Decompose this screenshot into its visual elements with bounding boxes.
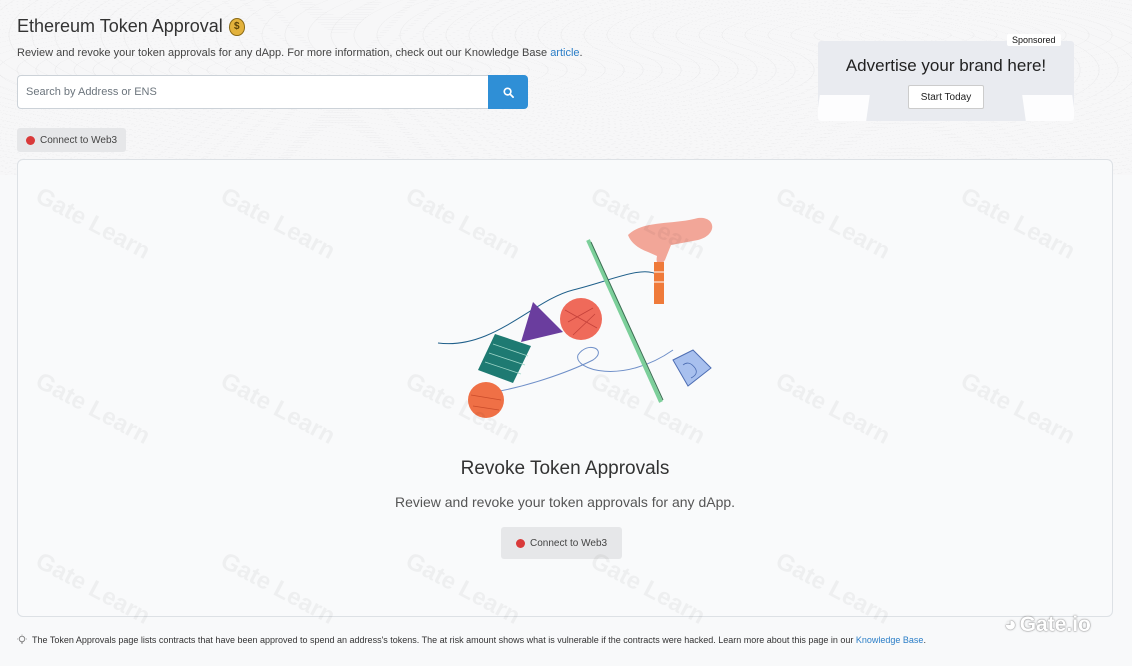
connect-web3-label: Connect to Web3: [40, 134, 118, 146]
footer-note: The Token Approvals page lists contracts…: [16, 634, 926, 646]
main-title: Revoke Token Approvals: [460, 458, 670, 479]
ad-headline: Advertise your brand here!: [845, 56, 1047, 75]
main-subtitle: Review and revoke your token approvals f…: [394, 494, 736, 510]
status-dot-icon: [516, 538, 525, 548]
search-button[interactable]: [488, 75, 528, 109]
footer-suffix: .: [923, 635, 926, 645]
gate-logo-mark-icon: ◕: [1004, 613, 1017, 636]
knowledge-base-link[interactable]: Knowledge Base: [856, 635, 924, 645]
search-bar: [17, 75, 528, 109]
gate-io-logo: ◕ Gate.io: [1004, 613, 1091, 637]
subtitle-text: Review and revoke your token approvals f…: [17, 47, 551, 59]
main-connect-label: Connect to Web3: [530, 537, 608, 549]
revoke-illustration: [437, 217, 713, 418]
article-link[interactable]: article: [550, 47, 579, 59]
lightbulb-icon: [17, 634, 27, 644]
sponsored-ad-banner[interactable]: Advertise your brand here! Start Today: [818, 41, 1074, 121]
ad-start-today-button[interactable]: Start Today: [908, 85, 984, 109]
footer-text: The Token Approvals page lists contracts…: [32, 635, 926, 645]
search-input[interactable]: [17, 75, 488, 109]
ad-paper-right: [1022, 95, 1074, 121]
page-header: Ethereum Token Approval $ Review and rev…: [17, 16, 583, 59]
status-dot-icon: [26, 135, 35, 145]
sponsored-badge: Sponsored: [1007, 34, 1061, 46]
main-connect-web3-button[interactable]: Connect to Web3: [501, 527, 623, 559]
connect-web3-button[interactable]: Connect to Web3: [17, 128, 127, 152]
page-title: Ethereum Token Approval $: [17, 16, 583, 37]
main-card: Revoke Token Approvals Review and revoke…: [17, 159, 1113, 617]
moneybag-icon: $: [228, 17, 245, 36]
search-icon: [502, 86, 514, 98]
ad-paper-left: [818, 95, 870, 121]
page-title-text: Ethereum Token Approval: [17, 16, 223, 36]
page-subtitle: Review and revoke your token approvals f…: [17, 47, 583, 59]
footer-text-body: The Token Approvals page lists contracts…: [32, 635, 856, 645]
subtitle-suffix: .: [579, 47, 583, 59]
gate-logo-text: Gate.io: [1019, 613, 1091, 636]
